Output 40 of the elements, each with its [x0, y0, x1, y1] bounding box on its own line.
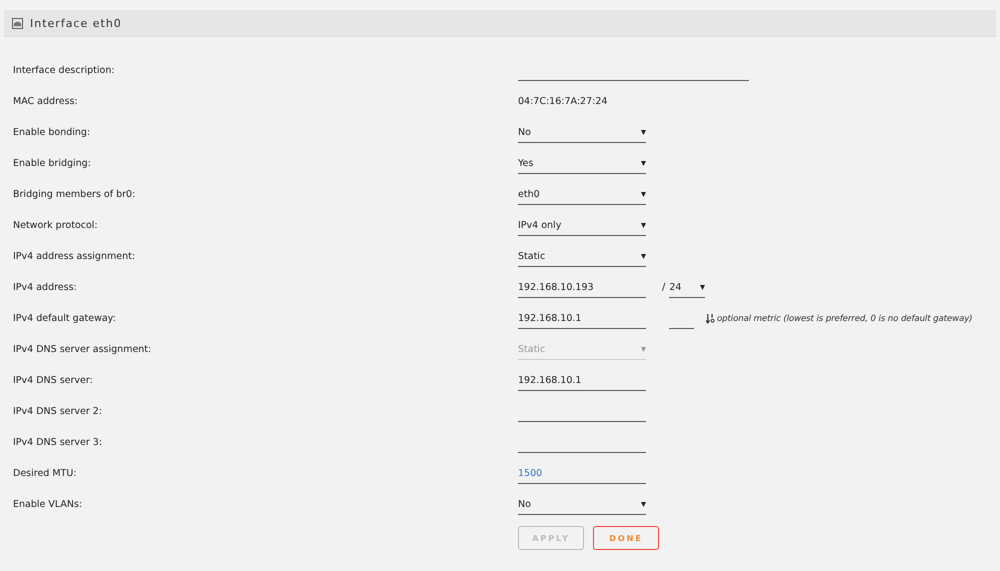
- field-label: Enable bonding:: [12, 127, 92, 138]
- caret-icon: [641, 222, 646, 228]
- field-label: Enable bridging:: [12, 158, 92, 169]
- field-label: IPv4 address:: [12, 282, 78, 293]
- image-icon: [12, 18, 23, 28]
- field-label: IPv4 address assignment:: [12, 251, 136, 262]
- dropdown[interactable]: No: [518, 494, 646, 514]
- input-field[interactable]: 192.168.10.193: [518, 277, 646, 298]
- field-label: MAC address:: [12, 96, 79, 107]
- dropdown[interactable]: Yes: [518, 154, 646, 174]
- caret-icon: [700, 284, 706, 290]
- dropdown[interactable]: eth0: [518, 184, 646, 204]
- field-label: IPv4 DNS server 3:: [12, 437, 104, 448]
- field-label: Enable VLANs:: [12, 499, 84, 510]
- panel-title: Interface eth0: [30, 16, 122, 30]
- separator: /: [662, 282, 666, 293]
- caret-icon: [641, 346, 646, 352]
- caret-icon: [641, 160, 646, 166]
- input-field[interactable]: 192.168.10.1: [518, 370, 646, 391]
- caret-icon: [641, 502, 646, 506]
- field-label: IPv4 DNS server assignment:: [12, 344, 152, 355]
- input-field[interactable]: 192.168.10.1: [518, 308, 646, 329]
- dropdown[interactable]: No: [518, 122, 646, 142]
- field-label: IPv4 default gateway:: [12, 313, 117, 324]
- field-label: Bridging members of br0:: [12, 189, 136, 200]
- dropdown[interactable]: Static: [518, 246, 646, 266]
- field-label: Desired MTU:: [12, 468, 78, 479]
- field-label: Network protocol:: [12, 220, 99, 231]
- input-field[interactable]: 1500: [518, 463, 646, 484]
- field-label: IPv4 DNS server:: [12, 375, 94, 386]
- dropdown[interactable]: IPv4 only: [518, 216, 646, 236]
- caret-icon: [641, 192, 646, 196]
- field-value: 04:7C:16:7A:27:24: [518, 96, 608, 107]
- dropdown[interactable]: 24: [669, 278, 706, 298]
- field-label: IPv4 DNS server 2:: [12, 406, 104, 417]
- caret-icon: [641, 130, 646, 134]
- sort-icon: [706, 313, 715, 324]
- hint-text: optional metric (lowest is preferred, 0 is no default gateway): [717, 314, 972, 324]
- caret-icon: [641, 254, 646, 258]
- field-label: Interface description:: [12, 65, 116, 76]
